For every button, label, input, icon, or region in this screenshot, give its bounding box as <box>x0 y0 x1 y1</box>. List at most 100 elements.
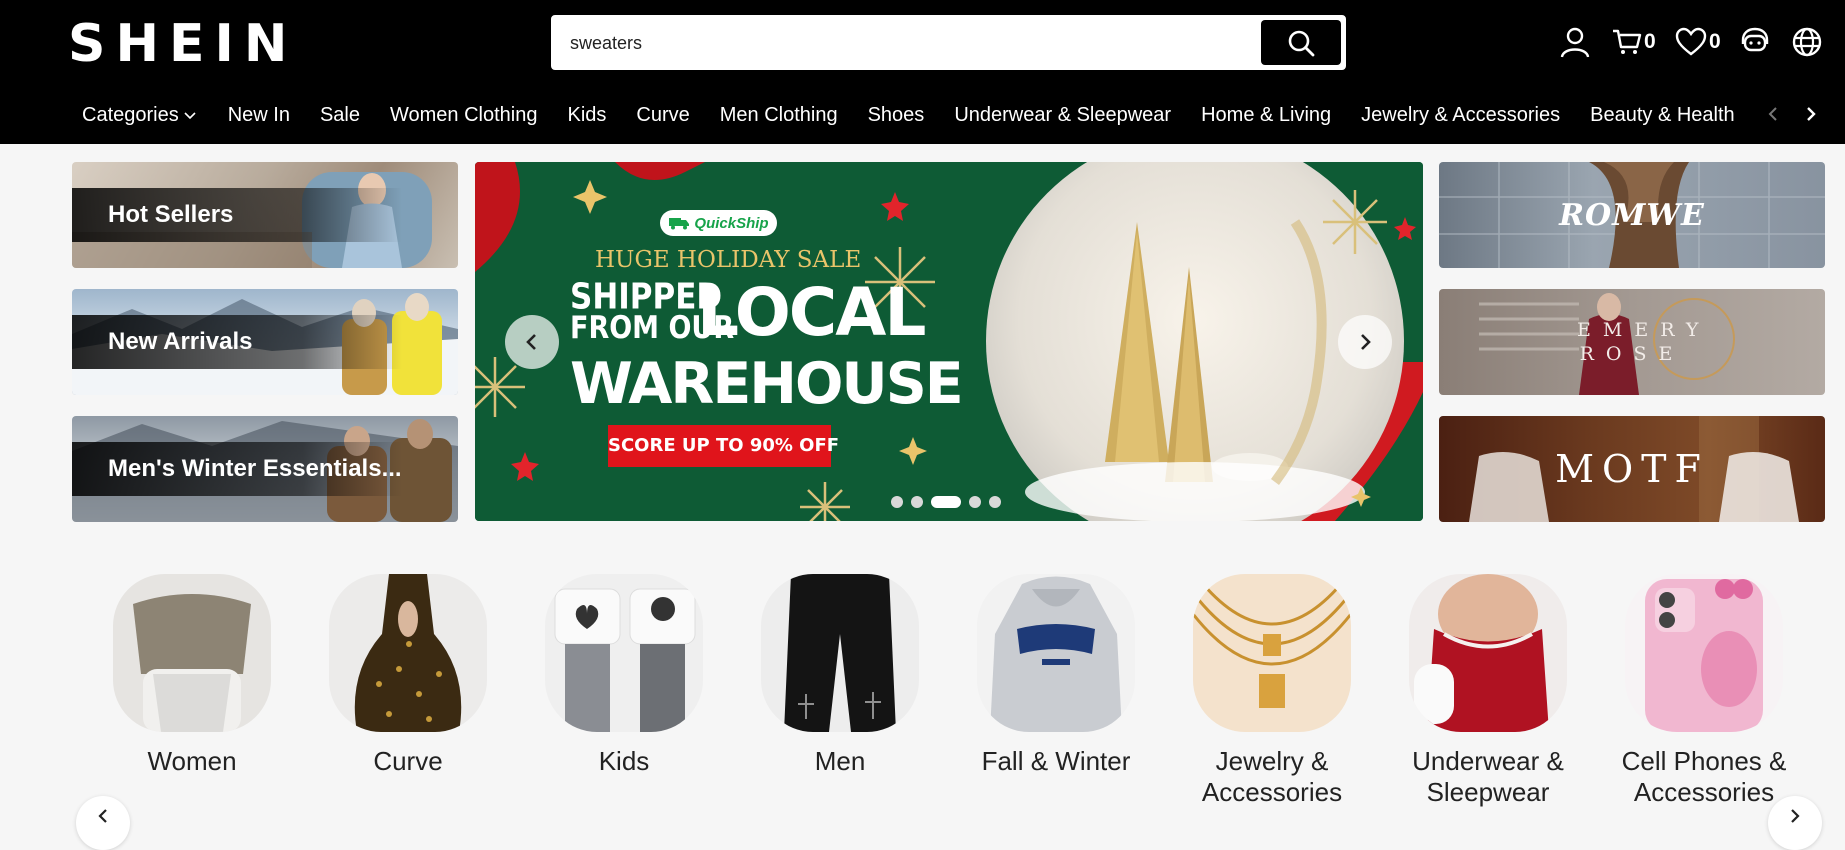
chevron-left-icon <box>1768 107 1777 121</box>
category-thumb <box>1409 574 1567 732</box>
kids-photo <box>554 588 696 732</box>
carousel-dot[interactable] <box>891 496 903 508</box>
chevron-down-icon <box>184 112 196 120</box>
category-kids[interactable]: Kids <box>524 574 724 777</box>
jewelry-photo <box>1193 583 1351 708</box>
nav-men-clothing[interactable]: Men Clothing <box>720 100 838 130</box>
banner-big2: WAREHOUSE <box>570 351 964 417</box>
headset-icon <box>1741 27 1769 52</box>
brand-logo-emery-rose: EMERY ROSE <box>1577 319 1711 365</box>
quickship-badge: QuickShip <box>660 210 777 236</box>
nav-categories[interactable]: Categories <box>82 100 198 130</box>
hero-banner[interactable]: QuickShip HUGE HOLIDAY SALE SHIPPED FROM… <box>475 162 1423 521</box>
category-label: Curve <box>373 746 443 776</box>
carousel-dots <box>891 496 1001 508</box>
search-input[interactable] <box>570 29 1250 57</box>
banner-cta[interactable]: SCORE UP TO 90% OFF <box>608 425 839 467</box>
chevron-right-icon <box>1361 334 1371 350</box>
curve-photo <box>354 574 462 732</box>
promo-label: New Arrivals <box>72 315 402 369</box>
banner-headline: HUGE HOLIDAY SALE <box>595 247 862 273</box>
category-label: Underwear & Sleepwear <box>1412 746 1564 807</box>
nav-beauty-health[interactable]: Beauty & Health <box>1590 100 1735 130</box>
banner-big1: LOCAL <box>697 274 926 351</box>
category-scroll-left[interactable] <box>76 796 130 850</box>
shein-logo[interactable]: SHEIN <box>68 14 297 74</box>
category-thumb <box>1193 574 1351 732</box>
category-women[interactable]: Women <box>92 574 292 777</box>
category-label: Kids <box>598 746 650 776</box>
cart-count: 0 <box>1644 30 1656 53</box>
category-thumb <box>977 574 1135 732</box>
nav-women-clothing[interactable]: Women Clothing <box>390 100 537 130</box>
search-button[interactable] <box>1261 20 1341 65</box>
support-button[interactable] <box>1739 22 1771 62</box>
carousel-dot[interactable] <box>911 496 923 508</box>
brand-logo-romwe: ROMWE <box>1559 197 1705 233</box>
category-label: Women <box>147 746 237 776</box>
category-label: Men <box>814 746 866 776</box>
banner-next-button[interactable] <box>1338 315 1392 369</box>
nav-kids[interactable]: Kids <box>567 100 606 130</box>
chevron-right-icon <box>1807 107 1816 121</box>
search-icon <box>1288 30 1315 56</box>
nav-scroll-left[interactable] <box>1762 100 1784 128</box>
account-button[interactable] <box>1560 22 1590 62</box>
women-photo <box>133 594 251 732</box>
cart-icon <box>1613 29 1642 54</box>
site-header: SHEIN 0 0 Categories New In Sale Women C… <box>0 0 1845 144</box>
promo-label: Hot Sellers <box>72 188 402 242</box>
heart-icon <box>1675 27 1707 56</box>
user-icon <box>1560 27 1590 58</box>
promo-card-hot-sellers[interactable]: Hot Sellers <box>72 162 458 268</box>
carousel-dot-active[interactable] <box>931 496 961 508</box>
category-label: Jewelry & Accessories <box>1201 746 1343 807</box>
category-thumb <box>761 574 919 732</box>
promo-label: Men's Winter Essentials... <box>72 442 402 496</box>
category-label: Fall & Winter <box>981 746 1131 776</box>
globe-icon <box>1792 27 1822 57</box>
main-nav: Categories New In Sale Women Clothing Ki… <box>82 100 1765 130</box>
chevron-left-icon <box>526 334 536 350</box>
underwear-photo <box>1414 574 1549 732</box>
nav-sale[interactable]: Sale <box>320 100 360 130</box>
category-cell-phones-accessories[interactable]: Cell Phones & Accessories <box>1604 574 1804 808</box>
promo-card-mens-winter[interactable]: Men's Winter Essentials... <box>72 416 458 522</box>
banner-prev-button[interactable] <box>505 315 559 369</box>
category-scroll-right[interactable] <box>1768 796 1822 850</box>
chevron-left-icon <box>98 809 107 823</box>
search-bar <box>551 15 1346 70</box>
brand-card-romwe[interactable]: ROMWE <box>1439 162 1825 268</box>
nav-shoes[interactable]: Shoes <box>868 100 925 130</box>
category-underwear-sleepwear[interactable]: Underwear & Sleepwear <box>1388 574 1588 808</box>
category-fall-winter[interactable]: Fall & Winter <box>956 574 1156 777</box>
chevron-right-icon <box>1791 809 1800 823</box>
truck-icon <box>669 218 690 230</box>
nav-underwear-sleepwear[interactable]: Underwear & Sleepwear <box>954 100 1171 130</box>
phones-photo <box>1645 579 1763 732</box>
fall-winter-photo <box>990 576 1122 732</box>
category-label: Cell Phones & Accessories <box>1621 746 1787 807</box>
category-thumb <box>329 574 487 732</box>
language-button[interactable] <box>1791 22 1823 62</box>
category-thumb <box>545 574 703 732</box>
category-thumb <box>1625 574 1783 732</box>
category-jewelry-accessories[interactable]: Jewelry & Accessories <box>1172 574 1372 808</box>
wishlist-count: 0 <box>1709 30 1721 53</box>
carousel-dot[interactable] <box>969 496 981 508</box>
nav-curve[interactable]: Curve <box>636 100 689 130</box>
brand-card-emery-rose[interactable]: EMERY ROSE <box>1439 289 1825 395</box>
nav-scroll-right[interactable] <box>1800 100 1822 128</box>
category-thumb <box>113 574 271 732</box>
nav-home-living[interactable]: Home & Living <box>1201 100 1331 130</box>
nav-new-in[interactable]: New In <box>228 100 290 130</box>
category-men[interactable]: Men <box>740 574 940 777</box>
cart-button[interactable]: 0 <box>1612 22 1656 62</box>
nav-jewelry-accessories[interactable]: Jewelry & Accessories <box>1361 100 1560 130</box>
brand-card-motf[interactable]: MOTF <box>1439 416 1825 522</box>
category-curve[interactable]: Curve <box>308 574 508 777</box>
carousel-dot[interactable] <box>989 496 1001 508</box>
wishlist-button[interactable]: 0 <box>1675 22 1721 62</box>
promo-card-new-arrivals[interactable]: New Arrivals <box>72 289 458 395</box>
men-photo <box>784 574 896 732</box>
